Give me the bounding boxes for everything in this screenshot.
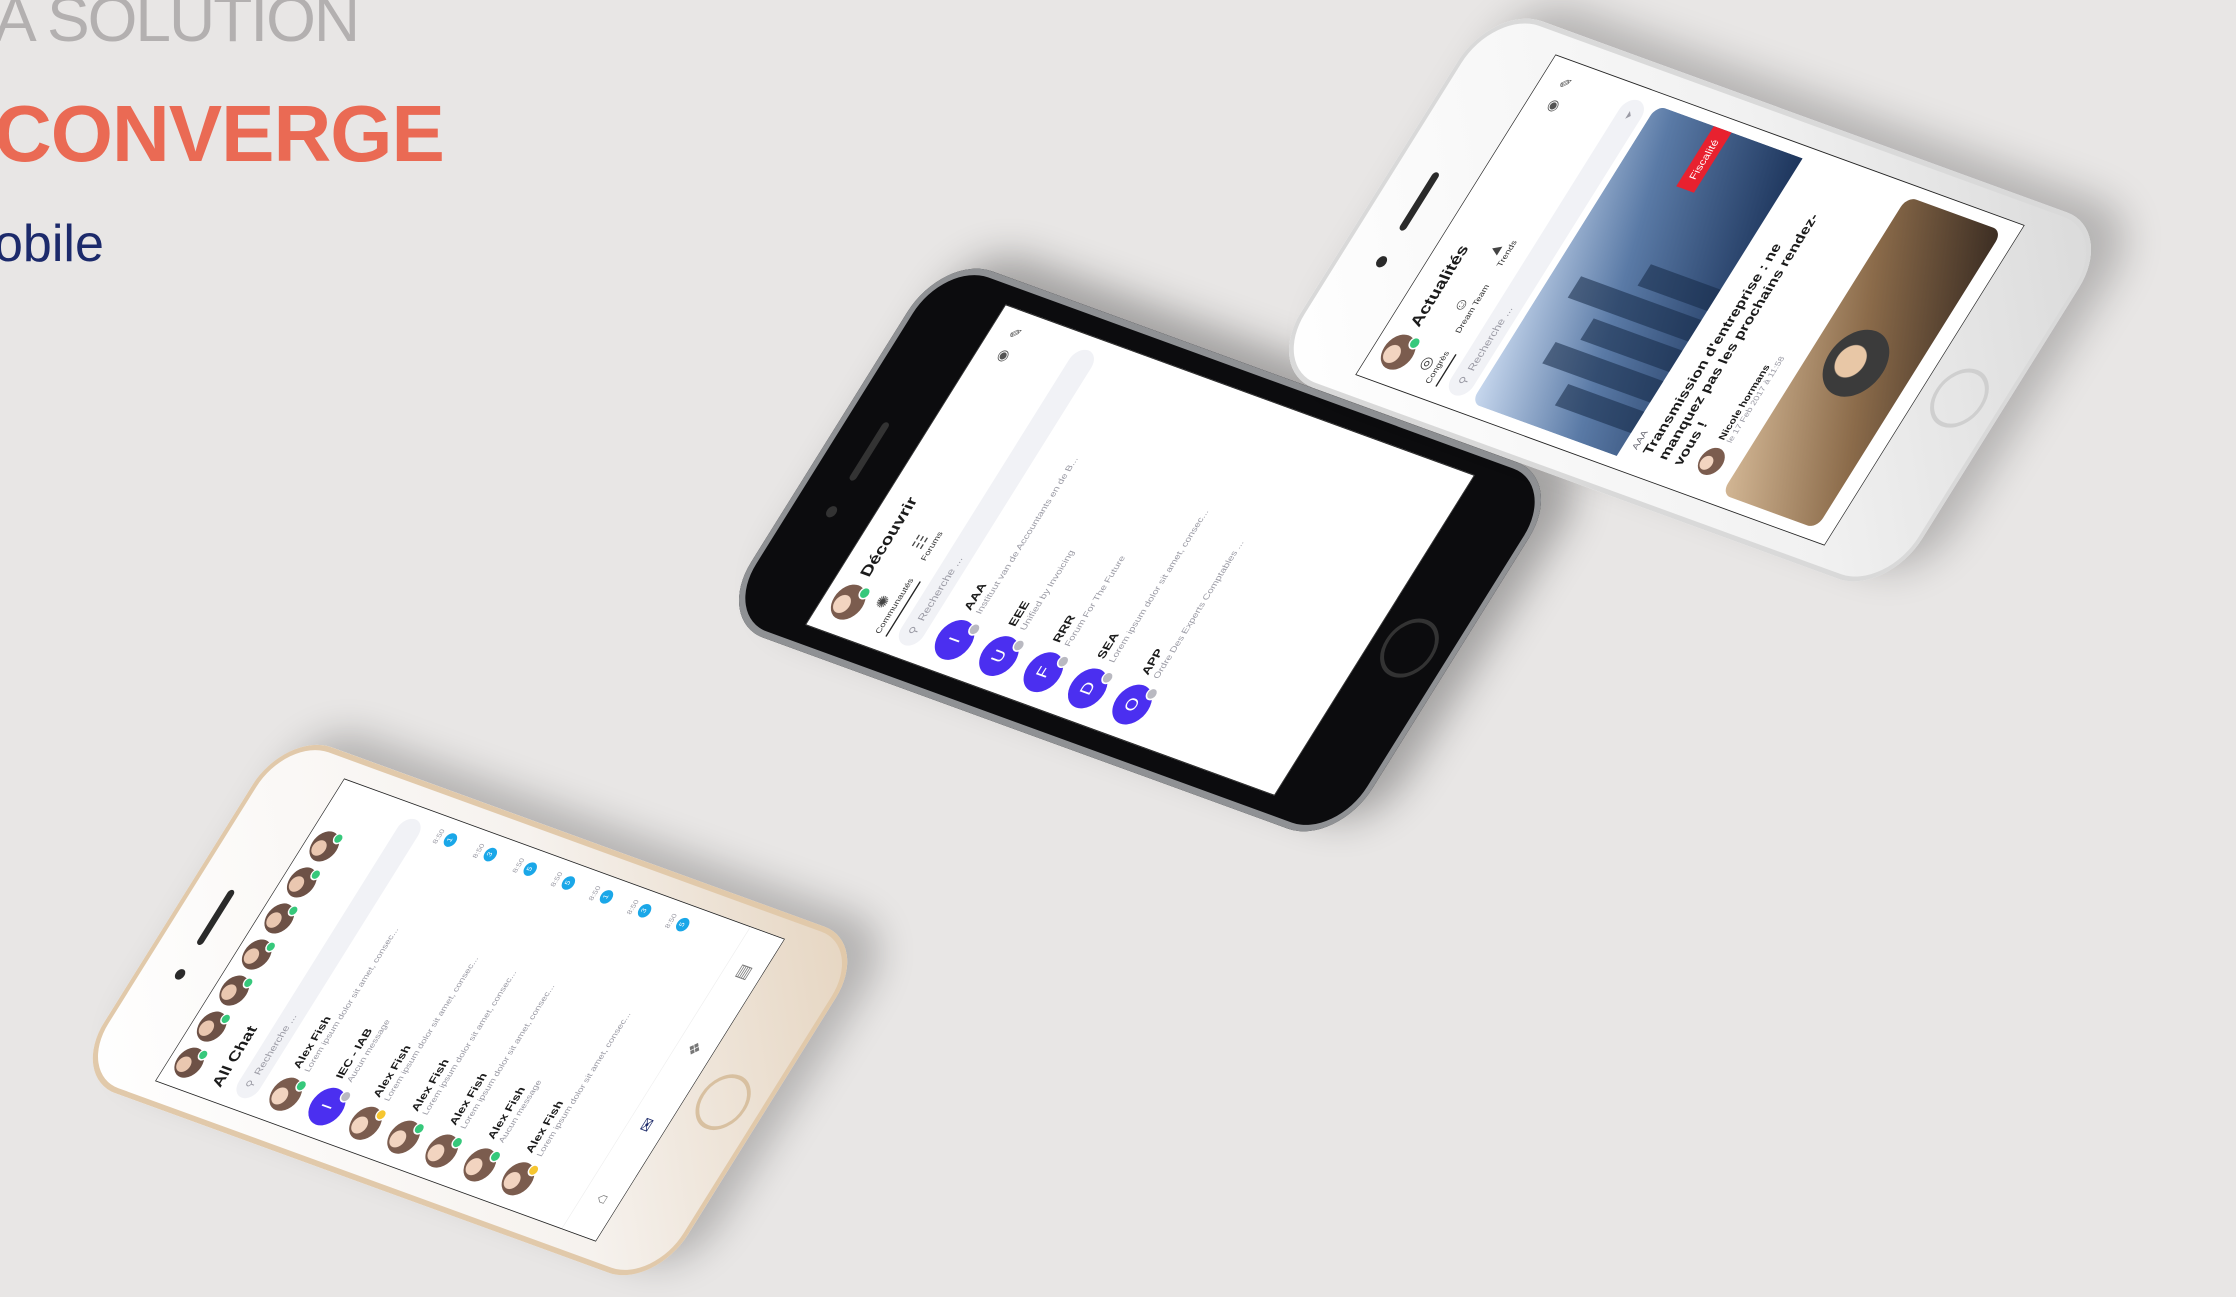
author-avatar bbox=[1692, 444, 1731, 479]
front-camera bbox=[172, 967, 188, 981]
search-icon: ⚲ bbox=[905, 624, 921, 637]
chat-icon[interactable]: ✉ bbox=[636, 1115, 660, 1134]
category-tag: Fiscalité bbox=[1676, 126, 1732, 194]
speaker-grille bbox=[847, 421, 891, 482]
search-icon: ⚲ bbox=[242, 1078, 258, 1090]
edit-icon[interactable]: ✎ bbox=[1556, 75, 1577, 91]
front-camera bbox=[1373, 254, 1390, 269]
filter-icon[interactable]: ⏷ bbox=[1621, 109, 1637, 121]
front-camera bbox=[823, 504, 840, 519]
chat-screen: All Chat ⚲ Recherche ... Alex Fish Lorem… bbox=[155, 778, 785, 1242]
speaker-grille bbox=[195, 888, 236, 946]
solution-heading: A SOLUTION bbox=[0, 0, 360, 55]
speaker-grille bbox=[1397, 171, 1441, 232]
camera-icon[interactable]: ◉ bbox=[992, 347, 1013, 364]
chat-phone: All Chat ⚲ Recherche ... Alex Fish Lorem… bbox=[70, 730, 870, 1290]
person-photo bbox=[1809, 321, 1903, 406]
compass-icon[interactable]: ❖ bbox=[683, 1039, 707, 1059]
search-icon: ⚲ bbox=[1455, 374, 1471, 387]
product-title: CONVERGE bbox=[0, 89, 445, 178]
newspaper-icon[interactable]: ▤ bbox=[731, 962, 756, 983]
home-icon[interactable]: ⌂ bbox=[591, 1191, 612, 1206]
edit-icon[interactable]: ✎ bbox=[1006, 325, 1027, 341]
platform-subtitle: obile bbox=[0, 215, 104, 273]
camera-icon[interactable]: ◉ bbox=[1542, 97, 1563, 114]
